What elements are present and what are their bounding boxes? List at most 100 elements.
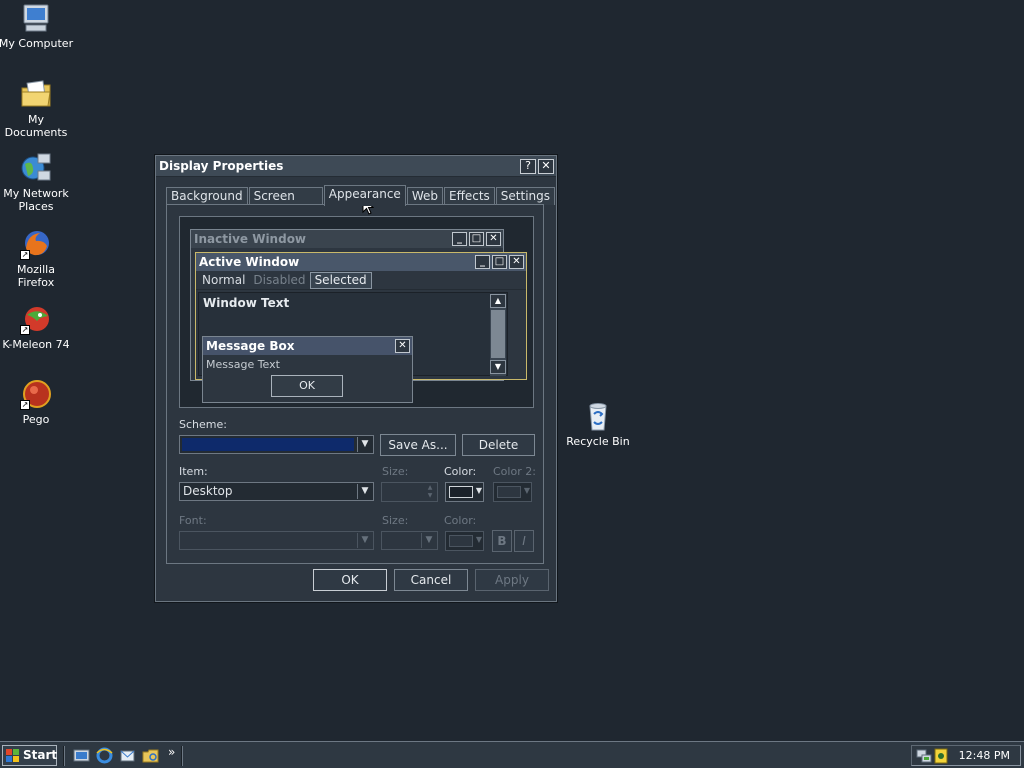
tab-effects[interactable]: Effects xyxy=(443,187,495,205)
preview-scrollbar: ▲ ▼ xyxy=(490,294,506,376)
shortcut-arrow-icon: ↗ xyxy=(20,325,30,335)
close-button[interactable]: ✕ xyxy=(538,158,554,174)
active-window-title: Active Window xyxy=(199,255,300,269)
network-icon xyxy=(20,152,52,184)
recycle-bin-icon xyxy=(582,400,614,432)
chevron-down-icon: ▼ xyxy=(421,533,436,548)
show-desktop-icon[interactable] xyxy=(73,747,90,764)
active-window-titlebar: Active Window _ □ ✕ xyxy=(196,253,526,271)
outlook-express-icon[interactable] xyxy=(119,747,136,764)
desktop-icon-label: My Network Places xyxy=(3,187,69,213)
spin-down-icon: ▼ xyxy=(427,492,433,499)
computer-icon xyxy=(20,2,52,34)
desktop-icon-label: My Computer xyxy=(0,37,74,50)
scroll-thumb xyxy=(491,310,505,358)
desktop-icon-my-documents[interactable]: My Documents xyxy=(0,78,74,139)
chevron-down-icon: ▼ xyxy=(357,484,372,499)
font-size-label: Size: xyxy=(382,514,409,527)
shortcut-arrow-icon: ↗ xyxy=(20,250,30,260)
item-label: Item: xyxy=(179,465,208,478)
scheme-dropdown[interactable]: ▼ xyxy=(179,435,374,454)
help-button[interactable]: ? xyxy=(520,158,536,174)
desktop-icon-pego[interactable]: ↗ Pego xyxy=(0,378,74,426)
firefox-icon: ↗ xyxy=(20,228,52,260)
item-color2-label: Color 2: xyxy=(493,465,536,478)
message-box-title: Message Box xyxy=(206,339,295,353)
appearance-panel: Inactive Window _ □ ✕ Active Window _ □ … xyxy=(166,204,544,564)
shortcut-arrow-icon: ↗ xyxy=(20,400,30,410)
preview-message-box: Message Box ✕ Message Text OK xyxy=(202,336,413,403)
desktop-icon-my-computer[interactable]: My Computer xyxy=(0,2,74,50)
tab-strip: Background Screen Saver Appearance Web E… xyxy=(166,185,556,220)
folder-documents-icon xyxy=(20,78,52,110)
maximize-icon: □ xyxy=(492,255,507,269)
network-connection-icon[interactable] xyxy=(916,748,932,764)
message-box-ok-button: OK xyxy=(271,375,343,397)
start-button[interactable]: Start xyxy=(2,745,57,766)
close-icon: ✕ xyxy=(509,255,524,269)
menu-normal: Normal xyxy=(202,273,246,287)
clock[interactable]: 12:48 PM xyxy=(959,749,1010,762)
close-icon: ✕ xyxy=(395,339,410,353)
tray-app-icon[interactable] xyxy=(934,748,948,764)
chevron-down-icon: ▼ xyxy=(475,486,482,495)
ok-button[interactable]: OK xyxy=(313,569,387,591)
desktop-icon-label: My Documents xyxy=(4,113,68,139)
font-size-dropdown: ▼ xyxy=(381,531,438,550)
message-text: Message Text xyxy=(206,358,280,371)
kmeleon-icon: ↗ xyxy=(20,303,52,335)
dialog-title: Display Properties xyxy=(159,159,284,173)
font-color-picker: ▼ xyxy=(445,531,484,551)
item-color-picker[interactable]: ▼ xyxy=(445,482,484,502)
desktop-icon-label: Mozilla Firefox xyxy=(17,263,55,289)
tab-appearance[interactable]: Appearance xyxy=(323,185,406,206)
color-swatch xyxy=(449,486,473,498)
chevron-down-icon: ▼ xyxy=(357,437,372,452)
spin-up-icon: ▲ xyxy=(427,484,433,491)
message-box-titlebar: Message Box ✕ xyxy=(203,337,412,355)
internet-explorer-icon[interactable] xyxy=(96,747,113,764)
desktop-icon-k-meleon[interactable]: ↗ K-Meleon 74 xyxy=(0,303,74,351)
item-size-spinner: ▲ ▼ xyxy=(381,482,438,502)
taskbar: Start » 12:48 PM xyxy=(0,741,1024,768)
start-label: Start xyxy=(23,748,58,762)
inactive-window-titlebar: Inactive Window _ □ ✕ xyxy=(191,230,503,248)
windows-flag-icon xyxy=(6,749,19,762)
display-properties-dialog: Display Properties ? ✕ Background Screen… xyxy=(155,155,557,602)
system-tray: 12:48 PM xyxy=(911,745,1021,766)
font-color-label: Color: xyxy=(444,514,477,527)
chevron-down-icon: ▼ xyxy=(523,486,530,495)
inactive-window-title: Inactive Window xyxy=(194,232,307,246)
appearance-preview[interactable]: Inactive Window _ □ ✕ Active Window _ □ … xyxy=(179,216,534,408)
delete-button[interactable]: Delete xyxy=(462,434,535,456)
taskbar-divider xyxy=(181,746,183,766)
desktop-icon-mozilla-firefox[interactable]: ↗ Mozilla Firefox xyxy=(0,228,74,289)
dialog-titlebar[interactable]: Display Properties ? ✕ xyxy=(156,156,556,177)
item-dropdown[interactable]: Desktop ▼ xyxy=(179,482,374,501)
item-size-label: Size: xyxy=(382,465,409,478)
italic-button: I xyxy=(514,530,534,552)
chevron-down-icon: ▼ xyxy=(357,533,372,548)
font-dropdown: ▼ xyxy=(179,531,374,550)
minimize-icon: _ xyxy=(452,232,467,246)
scroll-up-icon: ▲ xyxy=(490,294,506,308)
color-swatch xyxy=(449,535,473,547)
preview-menu-bar: Normal Disabled Selected xyxy=(196,271,526,290)
cancel-button[interactable]: Cancel xyxy=(394,569,468,591)
tab-background[interactable]: Background xyxy=(166,187,248,205)
quicklaunch-divider xyxy=(63,746,65,766)
item-value: Desktop xyxy=(183,484,233,498)
tab-web[interactable]: Web xyxy=(406,187,443,205)
explorer-icon[interactable] xyxy=(142,747,159,764)
pego-icon: ↗ xyxy=(20,378,52,410)
apply-button: Apply xyxy=(475,569,549,591)
desktop-icon-recycle-bin[interactable]: Recycle Bin xyxy=(560,400,636,448)
desktop-icon-my-network-places[interactable]: My Network Places xyxy=(0,152,74,213)
scroll-down-icon: ▼ xyxy=(490,360,506,374)
font-label: Font: xyxy=(179,514,207,527)
desktop-icon-label: Recycle Bin xyxy=(566,435,630,448)
tab-screen-saver[interactable]: Screen Saver xyxy=(248,187,323,220)
tab-settings[interactable]: Settings xyxy=(495,187,555,205)
save-as-button[interactable]: Save As... xyxy=(380,434,456,456)
quicklaunch-chevron[interactable]: » xyxy=(168,745,175,759)
